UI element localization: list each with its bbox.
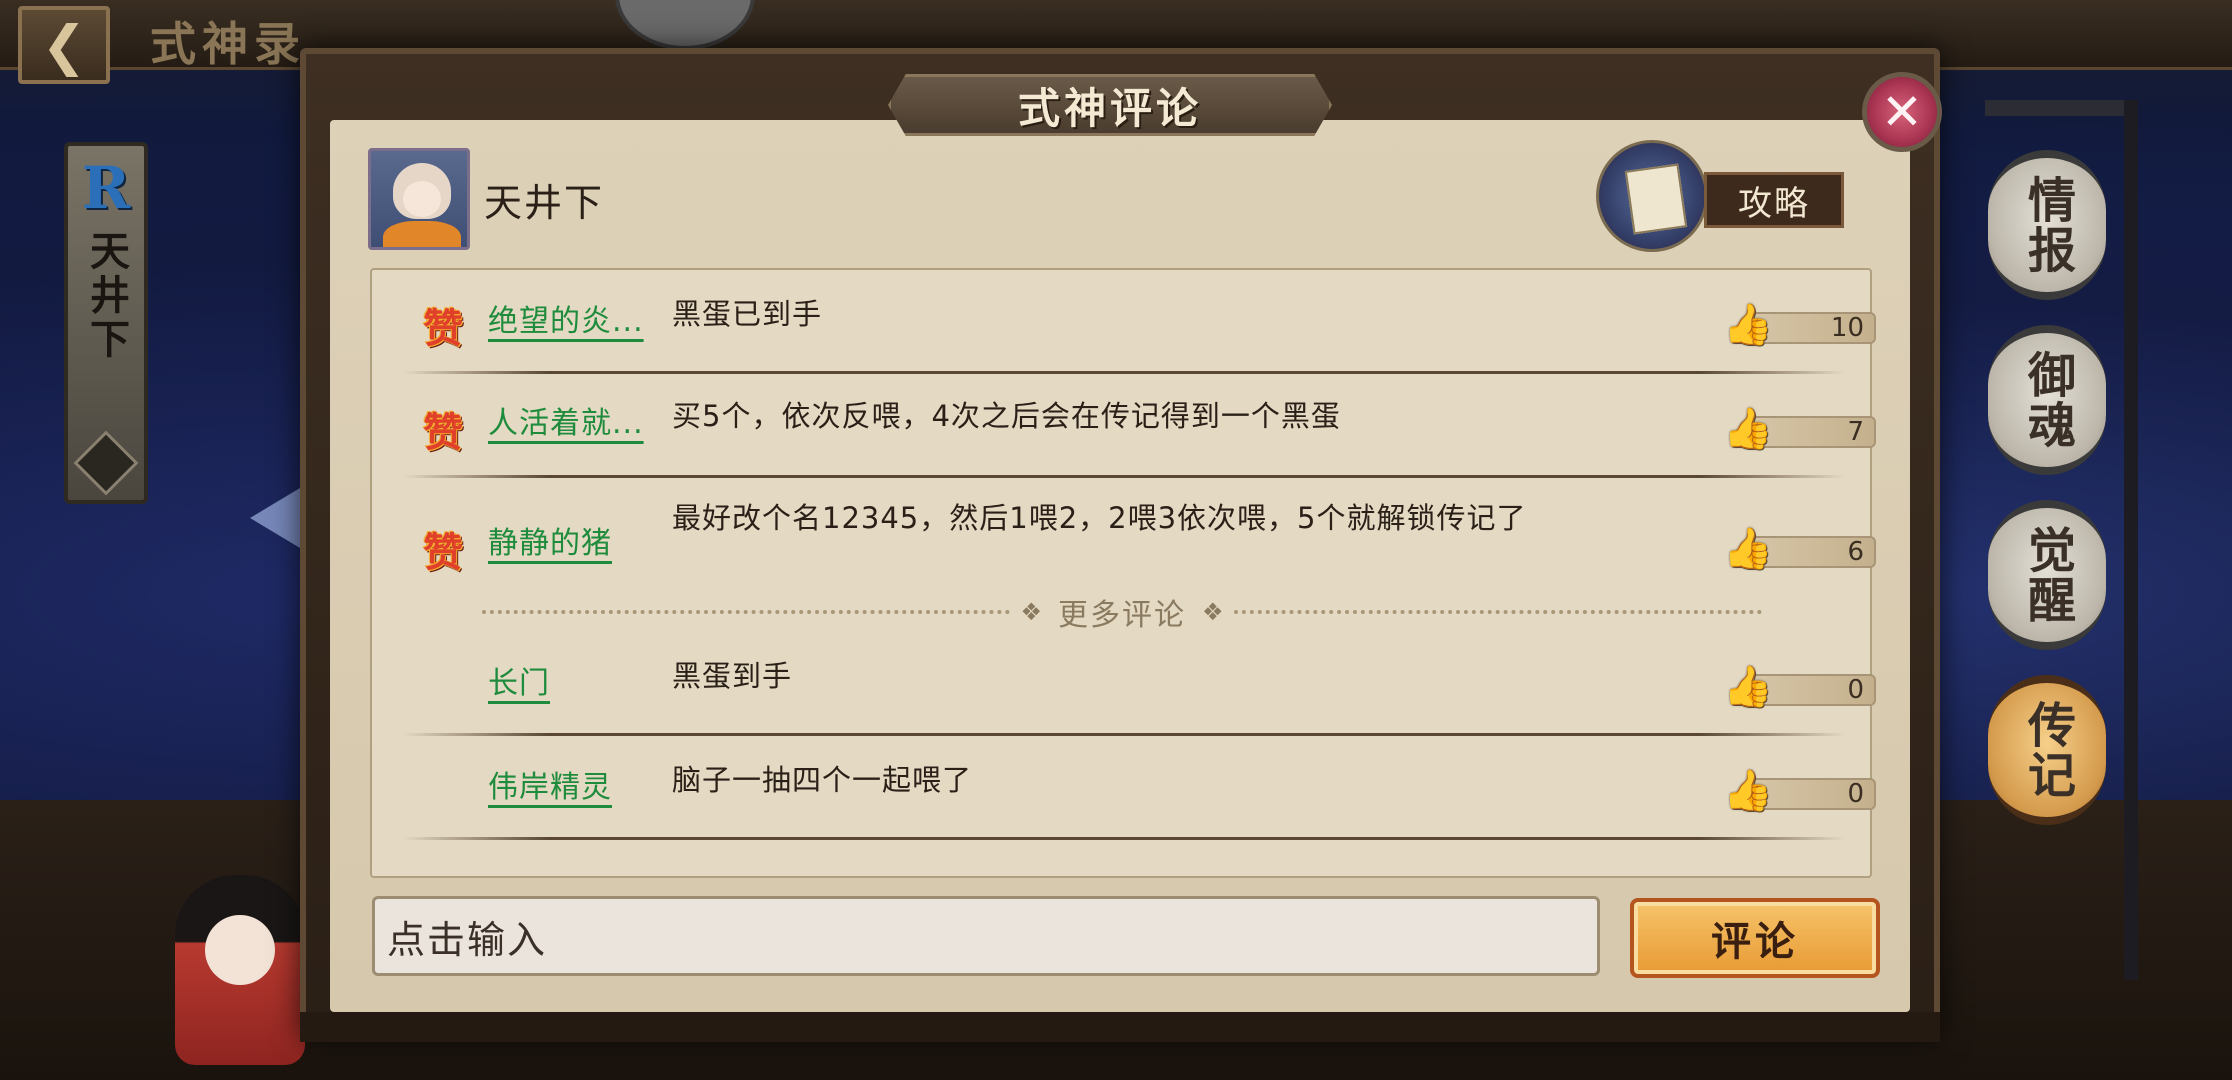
comment-row: 伟岸精灵 脑子一抽四个一起喂了 0 👍 <box>404 736 1876 840</box>
comment-username[interactable]: 伟岸精灵 <box>488 762 612 806</box>
pole <box>2124 100 2138 980</box>
close-icon: ✕ <box>1881 83 1923 141</box>
thumbs-up-icon: 👍 <box>1723 663 1773 710</box>
rarity-badge: R <box>81 154 131 222</box>
dialog-frame-bottom <box>300 1012 1940 1042</box>
hot-badge-icon: 赞 <box>423 305 463 352</box>
chevron-left-icon: ❮ <box>41 13 87 77</box>
diamond-ornament-icon: ❖ <box>1020 598 1042 626</box>
comment-username[interactable]: 静静的猪 <box>488 518 612 562</box>
like-button[interactable]: 10 👍 <box>1723 302 1876 348</box>
lock-icon <box>73 430 139 496</box>
tab-soul[interactable]: 御魂 <box>1988 325 2106 475</box>
pole-top <box>1985 100 2135 116</box>
submit-comment-button[interactable]: 评论 <box>1630 898 1880 978</box>
comment-input[interactable]: 点击输入 <box>372 896 1600 976</box>
hot-badge-icon: 赞 <box>423 409 463 456</box>
hot-comment-row: 赞 绝望的炎... 黑蛋已到手 10 👍 <box>404 270 1876 374</box>
arrow-left-icon[interactable] <box>250 488 300 548</box>
more-comments-label: 更多评论 <box>1058 598 1186 633</box>
dialog-title: 式神评论 <box>1017 83 1202 133</box>
comment-text: 黑蛋到手 <box>672 659 793 693</box>
diamond-ornament-icon: ❖ <box>1202 598 1224 626</box>
shikigami-card-name: 天井下 <box>83 230 130 362</box>
comment-username[interactable]: 绝望的炎... <box>488 296 644 340</box>
back-button[interactable]: ❮ <box>18 6 110 84</box>
tab-info[interactable]: 情报 <box>1988 150 2106 300</box>
thumbs-up-icon: 👍 <box>1723 301 1773 348</box>
hot-comment-row: 赞 静静的猪 最好改个名12345，然后1喂2，2喂3依次喂，5个就解锁传记了 … <box>404 478 1876 586</box>
comment-text: 脑子一抽四个一起喂了 <box>672 763 973 797</box>
more-comments-button[interactable]: ❖ 更多评论 ❖ <box>482 592 1762 633</box>
comments-list[interactable]: 赞 绝望的炎... 黑蛋已到手 10 👍 赞 人活着就... 买5个，依次反喂，… <box>370 268 1876 878</box>
comment-text: 买5个，依次反喂，4次之后会在传记得到一个黑蛋 <box>672 399 1341 433</box>
thumbs-up-icon: 👍 <box>1723 525 1773 572</box>
thumbs-up-icon: 👍 <box>1723 767 1773 814</box>
comment-text: 最好改个名12345，然后1喂2，2喂3依次喂，5个就解锁传记了 <box>672 501 1527 535</box>
tab-awaken[interactable]: 觉醒 <box>1988 500 2106 650</box>
guide-label: 攻略 <box>1738 183 1810 224</box>
comment-input-placeholder: 点击输入 <box>387 917 548 962</box>
comment-username[interactable]: 长门 <box>488 658 550 702</box>
comment-username[interactable]: 人活着就... <box>488 398 644 442</box>
book-icon <box>1596 140 1708 252</box>
row-divider <box>404 837 1844 840</box>
comment-text: 黑蛋已到手 <box>672 297 823 331</box>
shikigami-avatar <box>368 148 470 250</box>
guide-button[interactable]: 攻略 <box>1596 140 1844 258</box>
hot-comment-row: 赞 人活着就... 买5个，依次反喂，4次之后会在传记得到一个黑蛋 7 👍 <box>404 374 1876 478</box>
submit-comment-label: 评论 <box>1711 918 1799 965</box>
shikigami-card[interactable]: R 天井下 <box>64 142 148 504</box>
shikigami-name: 天井下 <box>484 181 605 225</box>
doll-character <box>175 875 305 1065</box>
comment-row: 长门 黑蛋到手 0 👍 <box>404 632 1876 736</box>
close-button[interactable]: ✕ <box>1862 72 1942 152</box>
like-button[interactable]: 6 👍 <box>1723 526 1876 572</box>
page-title: 式神录 <box>150 17 306 71</box>
like-button[interactable]: 0 👍 <box>1723 664 1876 710</box>
tab-biography[interactable]: 传记 <box>1988 675 2106 825</box>
dialog-title-plate: 式神评论 <box>888 74 1332 136</box>
like-button[interactable]: 7 👍 <box>1723 406 1876 452</box>
like-button[interactable]: 0 👍 <box>1723 768 1876 814</box>
hot-badge-icon: 赞 <box>423 529 463 576</box>
thumbs-up-icon: 👍 <box>1723 405 1773 452</box>
